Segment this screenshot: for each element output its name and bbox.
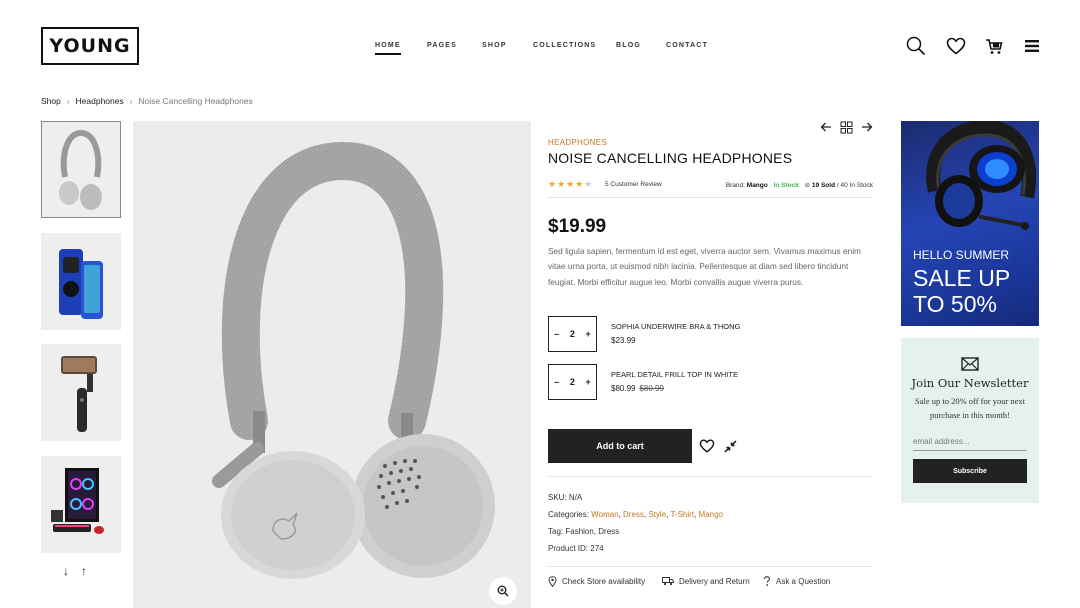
nav-pages[interactable]: PAGES	[427, 42, 457, 49]
category-link[interactable]: Dress	[623, 510, 644, 519]
zoom-in-icon	[497, 585, 509, 597]
product-main-image[interactable]	[133, 121, 531, 608]
newsletter-box: Join Our Newsletter Sale up to 20% off f…	[901, 338, 1039, 503]
product-title: NOISE CANCELLING HEADPHONES	[548, 150, 793, 166]
headphones-illustration	[212, 141, 495, 579]
delivery-return-link[interactable]: Delivery and Return	[662, 576, 750, 586]
quantity-stepper[interactable]: – 2 +	[548, 316, 597, 352]
banner-subtitle: HELLO SUMMER	[913, 248, 1010, 262]
bundle-item-name[interactable]: SOPHIA UNDERWIRE BRA & THONG	[611, 322, 740, 331]
thumbnail-phone-cases[interactable]	[41, 233, 121, 330]
minus-icon[interactable]: –	[554, 377, 559, 387]
sku-value: N/A	[568, 493, 583, 502]
prev-product-icon[interactable]	[820, 120, 832, 134]
bundle-item-name[interactable]: PEARL DETAIL FRILL TOP IN WHITE	[611, 370, 738, 379]
question-icon	[763, 576, 771, 586]
stock-status: In Stock	[773, 182, 799, 189]
banner-title: SALE UP TO 50%	[913, 265, 1011, 317]
next-product-icon[interactable]	[861, 120, 873, 134]
newsletter-text: Sale up to 20% off for your next purchas…	[914, 396, 1026, 420]
thumbnail-gaming-pc[interactable]	[41, 456, 121, 553]
heart-icon[interactable]	[945, 35, 967, 57]
product-id-value: 274	[590, 544, 604, 553]
newsletter-title: Join Our Newsletter	[911, 376, 1029, 390]
email-field[interactable]	[913, 433, 1027, 451]
star-rating: ★★★★★	[548, 179, 594, 189]
breadcrumb-headphones[interactable]: Headphones	[76, 96, 124, 106]
product-description: Sed ligula sapien, fermentum id est eget…	[548, 246, 861, 287]
category-link[interactable]: Woman	[591, 510, 618, 519]
quantity-value: 2	[569, 329, 575, 339]
arrow-up-icon[interactable]: ↑	[81, 564, 87, 578]
thumbnail-headphones[interactable]	[41, 121, 121, 218]
arrow-down-icon[interactable]: ↓	[63, 564, 69, 578]
divider	[548, 566, 873, 567]
promo-banner[interactable]: HELLO SUMMER SALE UP TO 50%	[901, 121, 1039, 326]
breadcrumb: Shop › Headphones › Noise Cancelling Hea…	[41, 96, 253, 106]
category-link[interactable]: Style	[648, 510, 666, 519]
nav-blog[interactable]: BLOG	[616, 42, 641, 49]
menu-icon[interactable]	[1021, 35, 1043, 57]
search-icon[interactable]	[905, 35, 927, 57]
zoom-button[interactable]	[489, 577, 517, 605]
truck-icon	[662, 577, 674, 586]
nav-contact[interactable]: CONTACT	[666, 42, 708, 49]
category-link[interactable]: Mango	[699, 510, 723, 519]
stock-meta: Brand: Mango In Stock ⊘ 19 Sold / 40 In …	[726, 181, 873, 189]
check-store-link[interactable]: Check Store availability	[548, 576, 645, 587]
category-link[interactable]: T-Shirt	[670, 510, 694, 519]
bundle-item: – 2 + SOPHIA UNDERWIRE BRA & THONG $23.9…	[548, 316, 873, 352]
plus-icon[interactable]: +	[585, 377, 590, 387]
gaming-headset-image	[926, 121, 1037, 230]
categories-row: Categories: Woman, Dress, Style, T-Shirt…	[548, 510, 723, 519]
bundle-item-old-price: $80.99	[639, 384, 664, 393]
add-to-cart-button[interactable]: Add to cart	[548, 429, 692, 463]
sold-count: 19 Sold	[811, 182, 836, 189]
stock-total: / 40 In Stock	[836, 182, 873, 189]
breadcrumb-shop[interactable]: Shop	[41, 96, 61, 106]
subscribe-button[interactable]: Subscribe	[913, 459, 1027, 483]
clock-icon: ⊘	[804, 182, 811, 189]
tags-row: Tag: Fashion, Dress	[548, 527, 620, 536]
brand-label: Brand:	[725, 182, 745, 189]
bundle-item-price: $80.99 $80.99	[611, 384, 664, 393]
thumbnail-phone-gimbal[interactable]	[41, 344, 121, 441]
brand-value[interactable]: Mango	[747, 182, 768, 189]
product-price: $19.99	[548, 216, 607, 237]
cart-icon[interactable]	[983, 35, 1005, 57]
nav-collections[interactable]: COLLECTIONS	[533, 42, 596, 49]
compare-icon[interactable]	[721, 437, 739, 455]
product-category[interactable]: HEADPHONES	[548, 138, 607, 147]
divider	[548, 476, 873, 477]
plus-icon[interactable]: +	[585, 329, 590, 339]
location-pin-icon	[548, 576, 557, 587]
ask-question-link[interactable]: Ask a Question	[763, 576, 830, 587]
quantity-stepper[interactable]: – 2 +	[548, 364, 597, 400]
tags-value[interactable]: Fashion, Dress	[565, 527, 619, 536]
quantity-value: 2	[569, 377, 575, 387]
nav-home[interactable]: HOME	[375, 42, 401, 55]
product-id-row: Product ID: 274	[548, 544, 604, 553]
sku-row: SKU: N/A	[548, 493, 583, 502]
breadcrumb-current: Noise Cancelling Headphones	[138, 96, 253, 106]
chevron-right-icon: ›	[66, 96, 70, 106]
chevron-right-icon: ›	[129, 96, 133, 106]
bundle-item: – 2 + PEARL DETAIL FRILL TOP IN WHITE $8…	[548, 364, 873, 400]
wishlist-heart-icon[interactable]	[698, 437, 716, 455]
grid-icon[interactable]	[840, 120, 853, 134]
nav-shop[interactable]: SHOP	[482, 42, 507, 49]
review-count[interactable]: 5 Customer Review	[605, 181, 662, 188]
rating-row: ★★★★★ 5 Customer Review Brand: Mango In …	[548, 179, 873, 191]
minus-icon[interactable]: –	[554, 329, 559, 339]
divider	[548, 197, 873, 198]
bundle-item-price: $23.99	[611, 336, 636, 345]
envelope-icon	[961, 357, 979, 371]
